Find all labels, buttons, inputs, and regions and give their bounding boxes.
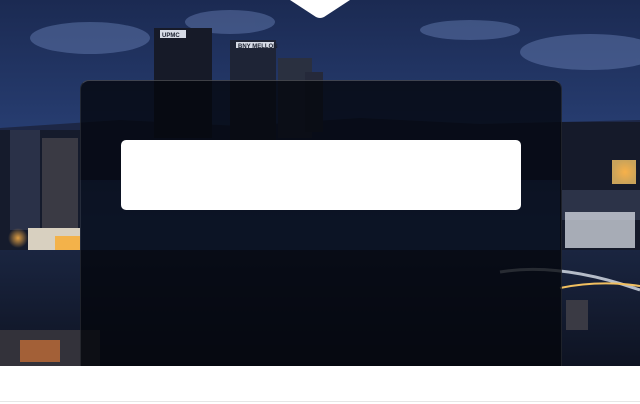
bottom-bar (0, 366, 640, 404)
sign-center-tower: BNY MELLON (238, 44, 278, 50)
right-city-buildings (560, 122, 640, 250)
bottom-divider (0, 401, 640, 402)
sign-left-tower: UPMC (162, 33, 180, 39)
panel-input-field[interactable] (121, 140, 521, 210)
chevron-down-icon[interactable] (290, 0, 350, 18)
dark-overlay-panel (80, 80, 562, 366)
